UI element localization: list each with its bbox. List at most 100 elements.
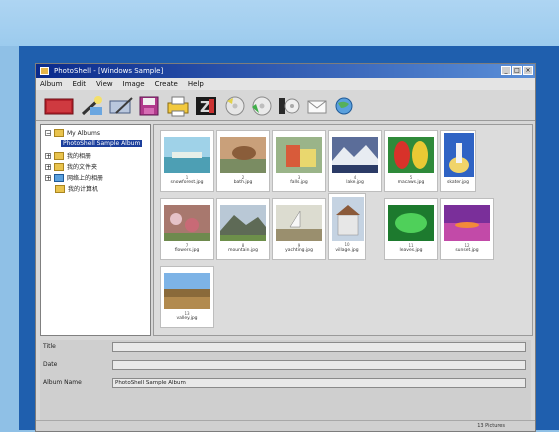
app-window: PhotoShell - [Windows Sample] _ □ × Albu… — [35, 63, 536, 432]
thumbnail[interactable]: 8 mountain.jpg — [216, 198, 270, 260]
properties-panel: Title Date Album Name PhotoShell Sample … — [40, 340, 531, 430]
tree-item-label: 我的相册 — [67, 153, 92, 160]
tree-item-web-albums[interactable]: + 网络上的相册 — [45, 173, 103, 182]
tree-item-sample-album[interactable]: PhotoShell Sample Album — [61, 140, 143, 147]
tree-item-label: 网络上的相册 — [67, 175, 104, 182]
computer-folder-icon — [55, 184, 65, 193]
slideshow-icon[interactable] — [277, 95, 301, 117]
thumbnail[interactable]: 12 sunset.jpg — [440, 198, 494, 260]
toolbar: Z — [36, 90, 535, 121]
thumbnail-caption: snowforest.jpg — [170, 180, 204, 185]
menu-help[interactable]: Help — [188, 78, 204, 90]
thumbnail-image — [220, 205, 266, 241]
thumbnail[interactable]: 3 falls.jpg — [272, 130, 326, 192]
thumbnail-image — [332, 197, 364, 241]
menu-image[interactable]: Image — [123, 78, 145, 90]
tree-item-label: My Albums — [67, 129, 100, 137]
date-field[interactable] — [112, 360, 526, 370]
thumbnail-image — [388, 137, 434, 173]
window-title: PhotoShell - [Windows Sample] — [54, 67, 164, 75]
thumbnail-caption: macaws.jpg — [397, 180, 425, 185]
print-icon[interactable] — [166, 95, 190, 117]
expand-icon[interactable]: + — [45, 163, 51, 170]
album-name-field[interactable]: PhotoShell Sample Album — [112, 378, 526, 388]
thumbnail-caption: flowers.jpg — [174, 248, 200, 253]
thumbnail-image — [388, 205, 434, 241]
thumbnail-image — [332, 137, 378, 173]
thumbnail-caption: yachting.jpg — [285, 248, 313, 253]
thumbnail-grid: 1 snowforest.jpg 2 bath.jpg 3 falls.jpg — [153, 124, 533, 336]
thumbnail-image — [444, 205, 490, 241]
expand-icon[interactable]: + — [45, 152, 51, 159]
thumbnail-image — [276, 137, 322, 173]
close-button[interactable]: × — [523, 66, 533, 75]
date-row: Date — [40, 358, 531, 371]
edit-icon[interactable] — [108, 95, 134, 117]
album-name-label: Album Name — [43, 379, 82, 386]
thumbnail-caption: mountain.jpg — [228, 248, 258, 253]
thumbnail[interactable]: 13 valley.jpg — [160, 266, 214, 328]
menu-create[interactable]: Create — [155, 78, 178, 90]
thumbnail[interactable]: 5 macaws.jpg — [384, 130, 438, 192]
page-header-band — [0, 0, 559, 46]
thumbnail[interactable]: 1 snowforest.jpg — [160, 130, 214, 192]
minimize-button[interactable]: _ — [501, 66, 511, 75]
save-icon[interactable] — [138, 95, 160, 117]
folder-icon — [54, 151, 64, 160]
thumbnail-caption: skater.jpg — [447, 180, 469, 185]
app-icon — [40, 67, 49, 75]
album-icon[interactable] — [44, 95, 74, 117]
thumbnail[interactable]: 10 village.jpg — [328, 193, 366, 260]
thumbnail-image — [444, 133, 474, 177]
album-tree: − My Albums PhotoShell Sample Album + 我的… — [40, 124, 151, 336]
thumbnail-image — [164, 273, 210, 309]
tree-item-label: 我的计算机 — [68, 186, 99, 193]
cd-icon[interactable] — [223, 95, 247, 117]
thumbnail-image — [220, 137, 266, 173]
menu-album[interactable]: Album — [40, 78, 62, 90]
thumbnail-caption: falls.jpg — [290, 180, 308, 185]
expand-icon[interactable]: + — [45, 174, 51, 181]
title-label: Title — [43, 343, 56, 350]
thumbnail-image — [164, 137, 210, 173]
thumbnail[interactable]: skater.jpg — [440, 130, 476, 192]
thumbnail-image — [164, 205, 210, 241]
menu-view[interactable]: View — [96, 78, 113, 90]
maximize-button[interactable]: □ — [512, 66, 522, 75]
thumbnail[interactable]: 7 flowers.jpg — [160, 198, 214, 260]
wand-icon[interactable] — [80, 95, 104, 117]
tree-item-my-computer[interactable]: 我的计算机 — [55, 184, 98, 193]
tree-item-my-photos[interactable]: + 我的相册 — [45, 151, 91, 160]
album-row: Album Name PhotoShell Sample Album — [40, 376, 531, 389]
folder-icon — [54, 129, 64, 137]
tree-item-label: 我的文件夹 — [67, 164, 98, 171]
date-label: Date — [43, 361, 58, 368]
tree-item-my-folders[interactable]: + 我的文件夹 — [45, 162, 97, 171]
cd-burn-icon[interactable] — [250, 95, 274, 117]
tree-item-my-albums[interactable]: − My Albums — [45, 129, 100, 137]
menu-edit[interactable]: Edit — [72, 78, 86, 90]
thumbnail-caption: valley.jpg — [176, 316, 198, 321]
thumbnail-caption: village.jpg — [335, 248, 359, 253]
thumbnail-index: 10 — [344, 242, 350, 247]
folder-icon — [54, 162, 64, 171]
thumbnail[interactable]: 2 bath.jpg — [216, 130, 270, 192]
status-bar: 13 Pictures — [36, 420, 535, 431]
thumbnail[interactable]: 9 yachting.jpg — [272, 198, 326, 260]
thumbnail[interactable]: 11 leaves.jpg — [384, 198, 438, 260]
thumbnail-caption: leaves.jpg — [399, 248, 423, 253]
status-text: 13 Pictures — [477, 423, 505, 429]
collapse-icon[interactable]: − — [45, 130, 51, 137]
thumbnail-caption: sunset.jpg — [455, 248, 479, 253]
thumbnail-image — [276, 205, 322, 241]
title-bar: PhotoShell - [Windows Sample] _ □ × — [36, 64, 535, 78]
zip-icon[interactable]: Z — [194, 95, 218, 117]
thumbnail[interactable]: 4 lake.jpg — [328, 130, 382, 192]
title-field[interactable] — [112, 342, 526, 352]
web-icon[interactable] — [332, 95, 356, 117]
thumbnail-caption: lake.jpg — [346, 180, 364, 185]
menu-bar: Album Edit View Image Create Help — [36, 78, 535, 90]
tree-item-label: PhotoShell Sample Album — [61, 140, 143, 147]
globe-folder-icon — [54, 173, 64, 182]
email-icon[interactable] — [305, 95, 329, 117]
